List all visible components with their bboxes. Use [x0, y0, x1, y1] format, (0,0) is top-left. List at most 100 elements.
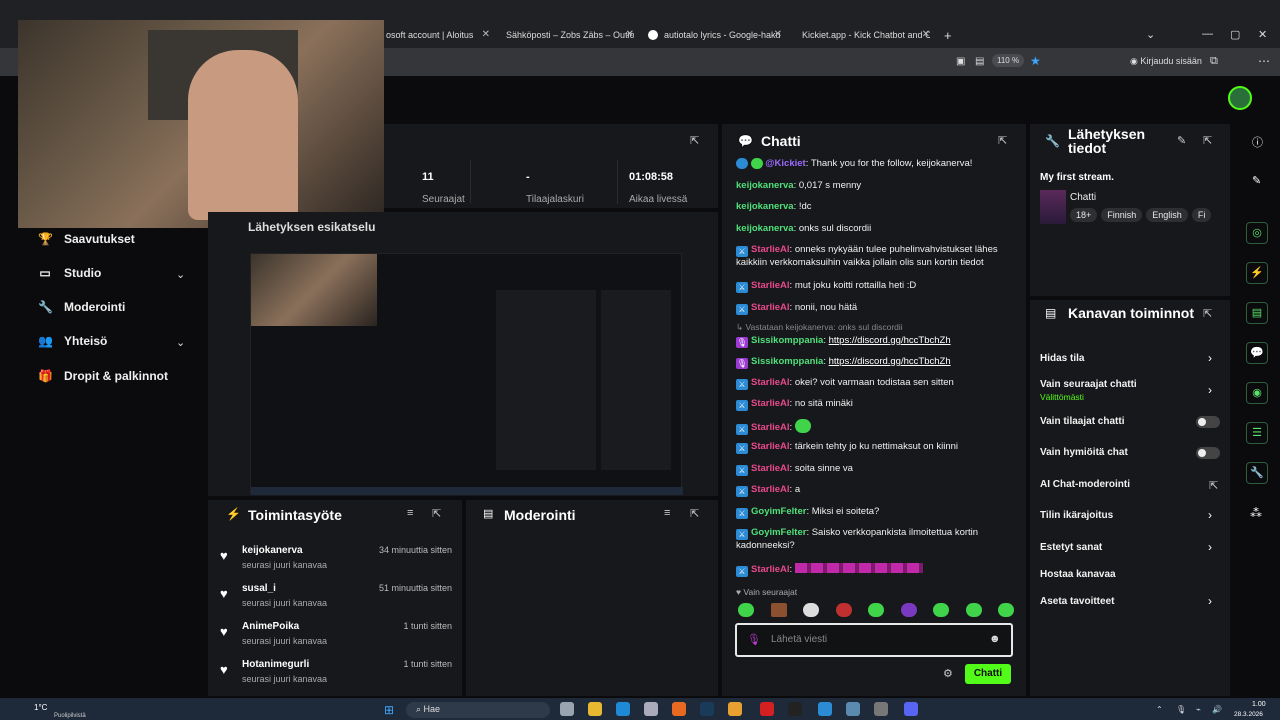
emote-icon[interactable]	[835, 603, 852, 617]
popout-icon[interactable]: ⇱	[690, 507, 699, 520]
chevron-right-icon[interactable]: ›	[1208, 351, 1212, 365]
window-close-icon[interactable]: ✕	[1258, 28, 1267, 41]
install-icon[interactable]: ▣	[956, 56, 965, 67]
popout-icon[interactable]: ⇱	[998, 134, 1007, 147]
chevron-right-icon[interactable]: ›	[1208, 383, 1212, 397]
opera-icon[interactable]	[760, 702, 774, 716]
discord-link[interactable]: https://discord.gg/hccTbchZh	[829, 356, 951, 367]
list-icon[interactable]: ☰	[1246, 422, 1268, 444]
ai-moderation-option[interactable]: AI Chat-moderointi	[1040, 479, 1130, 490]
emote-icon[interactable]	[998, 603, 1014, 617]
chevron-right-icon[interactable]: ›	[1208, 508, 1212, 522]
emote-icon[interactable]	[933, 603, 949, 617]
integrations-icon[interactable]: ⁂	[1250, 506, 1262, 520]
close-tab-icon[interactable]: ✕	[626, 29, 634, 40]
category-name[interactable]: Chatti	[1070, 192, 1096, 203]
emote-icon[interactable]	[803, 603, 819, 617]
zoom-indicator[interactable]: 110 %	[992, 54, 1025, 67]
wrench-icon[interactable]: 🔧	[1246, 462, 1268, 484]
new-tab-button[interactable]: +	[944, 24, 958, 46]
maximize-icon[interactable]: ▢	[1230, 28, 1240, 41]
broadcast-icon[interactable]: ◉	[1246, 382, 1268, 404]
close-tab-icon[interactable]: ✕	[774, 29, 782, 40]
discord-link[interactable]: https://discord.gg/hccTbchZh	[829, 335, 951, 346]
blocked-words-option[interactable]: Estetyt sanat	[1040, 542, 1102, 553]
popout-icon[interactable]: ⇱	[432, 507, 441, 520]
clock-time[interactable]: 1.00	[1252, 701, 1266, 708]
notes-icon[interactable]: ▤	[1246, 302, 1268, 324]
chevron-down-icon[interactable]: ⌄	[176, 268, 185, 281]
emoji-icon[interactable]: ☻	[989, 633, 1001, 645]
host-channel-option[interactable]: Hostaa kanavaa	[1040, 569, 1116, 580]
popout-icon[interactable]: ⇱	[690, 134, 699, 147]
tab-microsoft[interactable]: osoft account | Aloitus ✕	[386, 24, 490, 46]
emote-only-toggle[interactable]	[1196, 447, 1220, 459]
steam-icon[interactable]	[700, 702, 714, 716]
age-restriction-option[interactable]: Tilin ikärajoitus	[1040, 510, 1113, 521]
mic-tray-icon[interactable]: 🎙	[1176, 705, 1186, 714]
app-icon[interactable]	[846, 702, 860, 716]
emote-icon[interactable]	[900, 603, 917, 617]
close-tab-icon[interactable]: ✕	[482, 29, 490, 40]
network-icon[interactable]: ⌁	[1196, 705, 1201, 714]
edge-icon[interactable]	[616, 702, 630, 716]
info-icon[interactable]: ⓘ	[1252, 134, 1263, 150]
popout-icon[interactable]: ⇱	[1203, 307, 1212, 320]
emote-icon[interactable]	[770, 603, 787, 617]
tab-kickiet[interactable]: Kickiet.app - Kick Chatbot and C ✕	[796, 24, 930, 46]
tray-chevron-icon[interactable]: ⌃	[1156, 705, 1163, 714]
edit-pencil-icon[interactable]: ✎	[1177, 134, 1186, 147]
app-icon[interactable]	[818, 702, 832, 716]
mic-icon[interactable]: 🎙	[747, 633, 761, 646]
chevron-down-icon[interactable]: ⌄	[176, 336, 185, 349]
chevron-right-icon[interactable]: ›	[1208, 594, 1212, 608]
popout-icon[interactable]: ⇱	[1203, 134, 1212, 147]
tab-list-icon[interactable]: ⌄	[1146, 28, 1155, 41]
tag[interactable]: 18+	[1070, 208, 1098, 222]
windows-start-icon[interactable]: ⊞	[384, 703, 394, 717]
emote-icon[interactable]	[965, 603, 982, 617]
taskbar-search[interactable]: ⌕ Hae	[406, 702, 550, 718]
read-mode-icon[interactable]: ▤	[975, 56, 984, 67]
chat-input[interactable]: 🎙 Lähetä viesti ☻	[735, 623, 1013, 657]
subscribers-only-toggle[interactable]	[1196, 416, 1220, 428]
firefox-icon[interactable]	[672, 702, 686, 716]
followers-only-option[interactable]: Vain seuraajat chatti	[1040, 379, 1137, 390]
set-goals-option[interactable]: Aseta tavoitteet	[1040, 596, 1114, 607]
tag[interactable]: English	[1146, 208, 1188, 222]
filter-icon[interactable]: ≡	[664, 507, 670, 519]
avatar[interactable]	[1228, 86, 1252, 110]
tab-google[interactable]: autiotalo lyrics - Google-haku ✕	[648, 24, 782, 46]
browser-menu-icon[interactable]: ⋯	[1258, 54, 1270, 68]
send-chat-button[interactable]: Chatti	[965, 664, 1011, 684]
extensions-icon[interactable]: ⧉	[1210, 55, 1218, 68]
chevron-right-icon[interactable]: ›	[1208, 540, 1212, 554]
sidebar-item-moderation[interactable]: 🔧 Moderointi	[38, 300, 125, 314]
discord-icon[interactable]	[904, 702, 918, 716]
emote-icon[interactable]	[868, 603, 884, 617]
external-link-icon[interactable]: ⇱	[1209, 479, 1218, 492]
emote-icon[interactable]	[738, 603, 754, 617]
store-icon[interactable]	[644, 702, 658, 716]
signin-button[interactable]: ◉ Kirjaudu sisään	[1130, 56, 1202, 67]
favorite-star-icon[interactable]: ★	[1030, 54, 1041, 68]
close-tab-icon[interactable]: ✕	[922, 29, 930, 40]
volume-icon[interactable]: 🔊	[1212, 705, 1222, 714]
sidebar-item-studio[interactable]: ▭ Studio	[38, 266, 101, 280]
file-explorer-icon[interactable]	[588, 702, 602, 716]
tag[interactable]: Fi	[1191, 208, 1212, 222]
terminal-icon[interactable]	[788, 702, 802, 716]
vlc-icon[interactable]	[728, 702, 742, 716]
slow-mode-option[interactable]: Hidas tila	[1040, 353, 1084, 364]
camera-icon[interactable]: ◎	[1246, 222, 1268, 244]
task-view-icon[interactable]	[560, 702, 574, 716]
sidebar-item-drops[interactable]: 🎁 Dropit & palkinnot	[38, 369, 168, 383]
weather-temp[interactable]: 1°C	[34, 703, 47, 712]
pencil-icon[interactable]: ✎	[1252, 174, 1261, 187]
tab-outlook[interactable]: Sähköposti – Zobs Zäbs – Outlo ✕	[500, 24, 634, 46]
filter-icon[interactable]: ≡	[407, 507, 413, 519]
app-icon[interactable]	[874, 702, 888, 716]
bolt-icon[interactable]: ⚡	[1246, 262, 1268, 284]
minimize-icon[interactable]: —	[1202, 28, 1213, 40]
sidebar-item-achievements[interactable]: 🏆 Saavutukset	[38, 232, 135, 246]
